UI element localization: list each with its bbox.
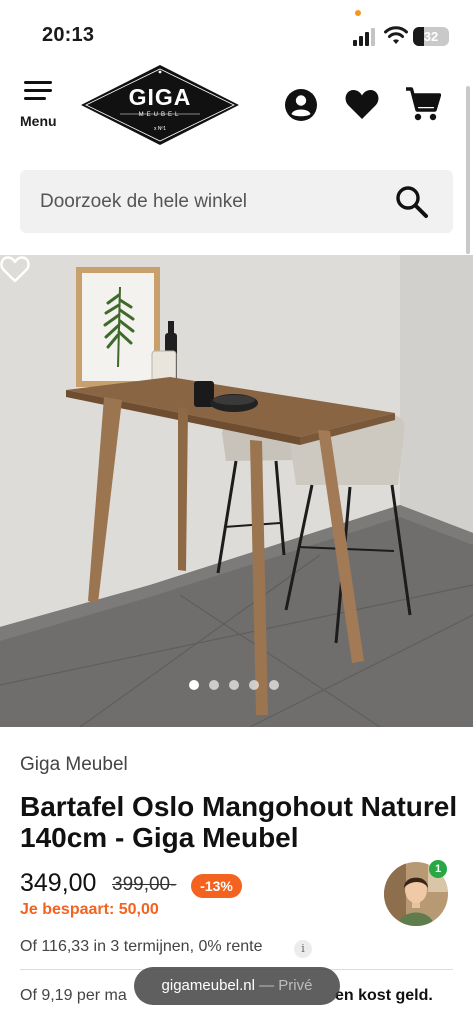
- recording-indicator: [355, 10, 361, 16]
- menu-button[interactable]: Menu: [18, 80, 66, 130]
- browser-url-pill[interactable]: gigameubel.nl — Privé: [134, 967, 340, 1005]
- chat-notification-badge: 1: [429, 860, 447, 878]
- savings-text: Je bespaart: 50,00: [20, 901, 159, 918]
- scrollbar: [466, 86, 470, 254]
- discount-badge: -13%: [191, 874, 242, 898]
- installments-text: Of 116,33 in 3 termijnen, 0% rente: [20, 938, 263, 955]
- wishlist-heart-icon[interactable]: [0, 255, 30, 283]
- account-icon[interactable]: [284, 88, 318, 122]
- battery-icon: 32: [413, 27, 449, 46]
- old-price: 399,00-: [112, 874, 177, 895]
- carousel-dot[interactable]: [269, 680, 279, 690]
- info-icon[interactable]: i: [294, 940, 312, 958]
- hamburger-icon: [24, 81, 52, 100]
- pay-later-text: Of 9,19 per ma: [20, 987, 127, 1004]
- cart-icon[interactable]: [405, 86, 441, 122]
- logo-title: GIGA: [128, 84, 192, 110]
- private-mode-label: — Privé: [254, 977, 313, 994]
- status-bar: 20:13 32: [0, 0, 473, 64]
- carousel-dot[interactable]: [189, 680, 199, 690]
- pay-later-warning: en kost geld.: [335, 987, 433, 1004]
- carousel-dots: [189, 680, 279, 690]
- logo-subtitle: MEUBEL: [138, 112, 182, 118]
- product-brand[interactable]: Giga Meubel: [20, 754, 128, 776]
- carousel-dot[interactable]: [229, 680, 239, 690]
- wifi-icon: [384, 26, 408, 44]
- product-image[interactable]: [0, 255, 473, 727]
- current-price: 349,00: [20, 869, 97, 897]
- product-photo: [0, 255, 473, 727]
- logo-mark: x Nº1: [153, 126, 167, 132]
- site-header: Menu GIGA MEUBEL x Nº1: [0, 64, 473, 146]
- search-bar: [20, 170, 453, 233]
- search-input[interactable]: [40, 170, 380, 233]
- search-icon[interactable]: [394, 184, 430, 220]
- heart-icon[interactable]: [344, 88, 380, 120]
- carousel-dot[interactable]: [249, 680, 259, 690]
- battery-level: 32: [423, 29, 439, 44]
- product-title: Bartafel Oslo Mangohout Naturel 140cm - …: [20, 791, 458, 853]
- logo[interactable]: GIGA MEUBEL x Nº1: [80, 64, 240, 146]
- status-time: 20:13: [42, 24, 95, 46]
- menu-label: Menu: [20, 113, 57, 129]
- carousel-dot[interactable]: [209, 680, 219, 690]
- url-domain: gigameubel.nl: [161, 977, 255, 994]
- signal-icon: [353, 28, 375, 46]
